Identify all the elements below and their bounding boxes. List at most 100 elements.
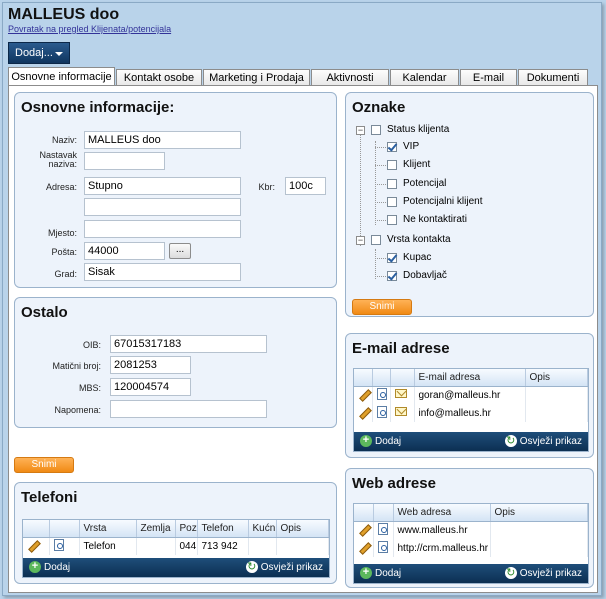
tree-connector: [375, 165, 386, 166]
plus-icon: +: [29, 561, 41, 574]
adresa2-input[interactable]: [84, 198, 241, 216]
pencil-icon[interactable]: [358, 406, 370, 418]
mjesto-input[interactable]: [84, 220, 241, 238]
web-refresh-button[interactable]: ↻ Osvježi prikaz: [504, 567, 582, 580]
back-to-list-link[interactable]: Povratak na pregled Klijenata/potencijal…: [8, 24, 171, 34]
vrsta-kontakta-checkbox[interactable]: [371, 235, 381, 245]
edit-cell: [354, 386, 373, 404]
column-zemlja[interactable]: Zemlja: [136, 520, 176, 538]
collapse-icon[interactable]: −: [356, 126, 365, 135]
nastavak-input[interactable]: [84, 152, 165, 170]
tab-kalendar[interactable]: Kalendar: [390, 69, 459, 86]
send-cell: [390, 386, 415, 404]
tab-dokumenti[interactable]: Dokumenti: [518, 69, 588, 86]
details-icon[interactable]: [377, 540, 388, 553]
cell-email: goran@malleus.hr: [414, 386, 526, 404]
web-add-label: Dodaj: [375, 568, 402, 579]
emails-add-button[interactable]: + Dodaj: [360, 435, 401, 448]
edit-column-header: [23, 520, 50, 538]
potencijalni-klijent-label: Potencijalni klijent: [403, 196, 483, 207]
status-klijenta-checkbox[interactable]: [371, 125, 381, 135]
column-opis[interactable]: Opis: [525, 369, 588, 387]
dobavljac-checkbox[interactable]: [387, 271, 397, 281]
napomena-input[interactable]: [110, 400, 267, 418]
potencijalni-klijent-checkbox[interactable]: [387, 197, 397, 207]
emails-refresh-button[interactable]: ↻ Osvježi prikaz: [504, 435, 582, 448]
grad-input[interactable]: [84, 263, 241, 281]
tags-title: Oznake: [352, 99, 406, 116]
web-add-button[interactable]: + Dodaj: [360, 567, 401, 580]
page-title: MALLEUS doo: [8, 6, 120, 23]
cell-opis: [490, 521, 588, 539]
table-row: info@malleus.hr: [354, 404, 588, 422]
mail-icon[interactable]: [394, 407, 407, 416]
adresa-input[interactable]: [84, 177, 241, 195]
cell-opis: [525, 404, 588, 422]
collapse-icon[interactable]: −: [356, 236, 365, 245]
posta-lookup-button[interactable]: ...: [169, 243, 191, 259]
details-icon[interactable]: [53, 538, 64, 551]
details-icon[interactable]: [377, 522, 388, 535]
pencil-icon[interactable]: [358, 523, 370, 535]
tab-kontakt-osobe[interactable]: Kontakt osobe: [116, 69, 202, 86]
kupac-checkbox[interactable]: [387, 253, 397, 263]
details-icon[interactable]: [376, 387, 387, 400]
details-cell: [372, 386, 391, 404]
maticni-broj-input[interactable]: [110, 356, 191, 374]
posta-input[interactable]: [84, 242, 165, 260]
tree-item-klijent: Klijent: [356, 158, 556, 172]
emails-refresh-label: Osvježi prikaz: [519, 436, 582, 447]
column-kucni[interactable]: Kućn: [248, 520, 277, 538]
vrsta-kontakta-label: Vrsta kontakta: [387, 234, 451, 245]
kupac-label: Kupac: [403, 252, 432, 263]
phones-add-label: Dodaj: [44, 562, 71, 573]
pencil-icon[interactable]: [358, 541, 370, 553]
emails-panel: E-mail adrese E-mail adresa Opis goran@m…: [345, 333, 594, 458]
tab-bar: Osnovne informacije Kontakt osobe Market…: [8, 67, 589, 86]
mail-icon[interactable]: [394, 389, 407, 399]
cell-opis: [490, 539, 588, 557]
add-dropdown-button[interactable]: Dodaj...: [8, 42, 70, 64]
ne-kontaktirati-checkbox[interactable]: [387, 215, 397, 225]
phones-refresh-button[interactable]: ↻ Osvježi prikaz: [245, 561, 323, 574]
column-email-adresa[interactable]: E-mail adresa: [414, 369, 526, 387]
phones-grid-footer: + Dodaj ↻ Osvježi prikaz: [23, 558, 329, 577]
naziv-label: Naziv:: [51, 135, 77, 145]
pencil-icon[interactable]: [358, 388, 370, 400]
phones-header-row: Vrsta Zemlja Poz Telefon Kućn Opis: [23, 520, 329, 538]
klijent-checkbox[interactable]: [387, 160, 397, 170]
web-header-row: Web adresa Opis: [354, 504, 588, 522]
grad-label: Grad:: [54, 269, 77, 279]
column-web-adresa[interactable]: Web adresa: [393, 504, 491, 522]
naziv-input[interactable]: [84, 131, 241, 149]
vip-checkbox[interactable]: [387, 142, 397, 152]
potencijal-label: Potencijal: [403, 178, 447, 189]
save-other-button[interactable]: Snimi: [14, 457, 74, 473]
column-opis[interactable]: Opis: [490, 504, 588, 522]
column-vrsta[interactable]: Vrsta: [79, 520, 137, 538]
tab-marketing-prodaja[interactable]: Marketing i Prodaja: [203, 69, 310, 86]
tab-email[interactable]: E-mail: [460, 69, 517, 86]
edit-cell: [354, 521, 374, 539]
other-title: Ostalo: [21, 304, 68, 321]
tree-connector: [375, 258, 386, 259]
column-poz[interactable]: Poz: [175, 520, 198, 538]
emails-add-label: Dodaj: [375, 436, 402, 447]
cell-kucni: [248, 537, 277, 555]
save-tags-button[interactable]: Snimi: [352, 299, 412, 315]
vip-label: VIP: [403, 141, 420, 152]
column-opis[interactable]: Opis: [276, 520, 329, 538]
oib-input[interactable]: [110, 335, 267, 353]
details-icon[interactable]: [376, 405, 387, 418]
kbr-input[interactable]: [285, 177, 326, 195]
tab-aktivnosti[interactable]: Aktivnosti: [311, 69, 389, 86]
table-row: http://crm.malleus.hr: [354, 539, 588, 557]
column-telefon[interactable]: Telefon: [197, 520, 249, 538]
pencil-icon[interactable]: [27, 539, 39, 551]
mbs-input[interactable]: [110, 378, 191, 396]
potencijal-checkbox[interactable]: [387, 179, 397, 189]
web-refresh-label: Osvježi prikaz: [519, 568, 582, 579]
tab-osnovne-informacije[interactable]: Osnovne informacije: [8, 67, 115, 86]
refresh-icon: ↻: [504, 435, 517, 448]
phones-add-button[interactable]: + Dodaj: [29, 561, 70, 574]
